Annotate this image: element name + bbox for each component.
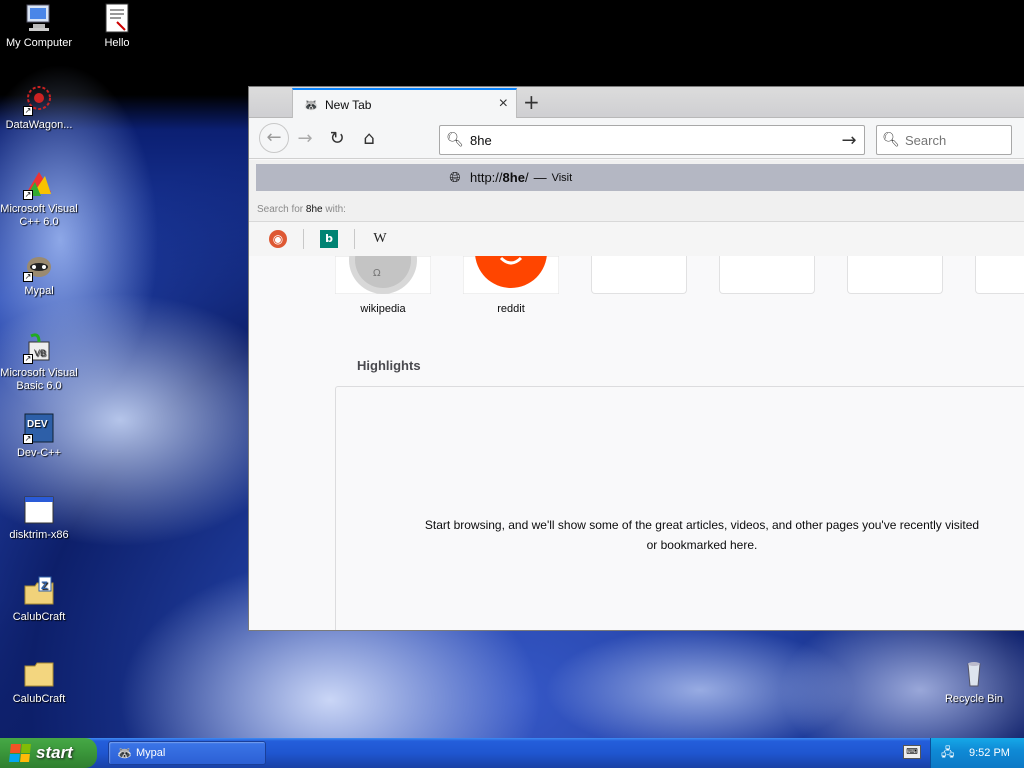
url-bar[interactable]: 🔍︎ → xyxy=(439,125,865,155)
one-off-search-engines: ◉ b W xyxy=(249,221,1024,256)
shortcut-arrow-icon: ↗ xyxy=(23,272,33,282)
close-tab-icon[interactable]: × xyxy=(499,95,508,113)
svg-text:DEV: DEV xyxy=(27,419,48,430)
taskbar-button-mypal[interactable]: 🦝 Mypal xyxy=(108,741,266,765)
start-button[interactable]: start xyxy=(0,738,97,768)
topsite-empty-tile xyxy=(591,256,687,294)
desktop-icon-calubcraft-folder[interactable]: CalubCraft xyxy=(0,658,79,706)
desktop-icon-label: Dev-C++ xyxy=(16,447,62,459)
back-button[interactable]: ← xyxy=(259,123,289,153)
desktop-icon-my-computer[interactable]: My Computer xyxy=(0,2,79,50)
highlights-box: Start browsing, and we'll show some of t… xyxy=(335,386,1024,630)
desktop-icon-dev-cpp[interactable]: DEV ↗ Dev-C++ xyxy=(0,412,79,460)
recycle-bin-icon xyxy=(958,658,990,690)
desktop-icon-datawagon[interactable]: ↗ DataWagon... xyxy=(0,84,79,132)
topsite-empty-tile xyxy=(975,256,1024,294)
desktop-icon-label: Mypal xyxy=(24,285,54,297)
desktop-icon-hello[interactable]: Hello xyxy=(77,2,157,50)
desktop-icon-mypal[interactable]: ↗ Mypal xyxy=(0,250,79,298)
tab-new-tab[interactable]: 🦝 New Tab × xyxy=(292,88,517,119)
start-label: start xyxy=(36,743,73,762)
windows-flag-icon xyxy=(9,744,31,762)
document-icon xyxy=(101,2,133,34)
wikipedia-icon[interactable]: W xyxy=(371,230,389,248)
shortcut-arrow-icon: ↗ xyxy=(23,434,33,444)
separator xyxy=(303,229,304,249)
shortcut-arrow-icon: ↗ xyxy=(23,106,33,116)
highlights-title: Highlights xyxy=(357,358,421,373)
tab-title: New Tab xyxy=(325,97,372,112)
desktop-icon-label: Recycle Bin xyxy=(944,693,1004,705)
mypal-icon: 🦝 xyxy=(117,746,132,760)
search-with-hint: Search for 8he with: xyxy=(257,204,346,215)
autocomplete-dash: — xyxy=(533,170,547,185)
separator xyxy=(354,229,355,249)
clock[interactable]: 9:52 PM xyxy=(969,747,1010,759)
topsite-label: reddit xyxy=(497,303,525,315)
dev-cpp-icon: DEV ↗ xyxy=(23,412,55,444)
desktop-icon-calubcraft-archive[interactable]: Z CalubCraft xyxy=(0,576,79,624)
browser-window: 🦝 New Tab × + ← → ↻ ⌂ 🔍︎ → 🔍︎ Ω xyxy=(248,86,1024,631)
autocomplete-url: http://8he/ xyxy=(470,170,529,185)
desktop-icon-visual-basic[interactable]: VB ↗ Microsoft Visual Basic 6.0 xyxy=(0,332,79,393)
folder-icon xyxy=(23,658,55,690)
zip-folder-icon: Z xyxy=(23,576,55,608)
bing-icon[interactable]: b xyxy=(320,230,338,248)
url-autocomplete-popup: 🌐︎ http://8he/ — Visit Search for 8he wi… xyxy=(249,160,1024,256)
desktop-icon-label: DataWagon... xyxy=(5,119,73,131)
desktop-icon-label: Microsoft Visual C++ 6.0 xyxy=(0,203,78,228)
taskbar-button-label: Mypal xyxy=(135,747,166,759)
desktop-icon-disktrim[interactable]: disktrim-x86 xyxy=(0,494,79,542)
topsite-label: wikipedia xyxy=(360,303,406,315)
visual-basic-icon: VB ↗ xyxy=(23,332,55,364)
window-app-icon xyxy=(23,494,55,526)
desktop-icon-label: Microsoft Visual Basic 6.0 xyxy=(0,367,78,392)
search-icon: 🔍︎ xyxy=(882,132,900,148)
mypal-icon: ↗ xyxy=(23,250,55,282)
desktop-icon-label: disktrim-x86 xyxy=(9,529,69,541)
system-tray: 🖧 9:52 PM xyxy=(930,738,1024,768)
duckduckgo-icon[interactable]: ◉ xyxy=(269,230,287,248)
globe-icon: 🌐︎ xyxy=(449,169,461,185)
datawagon-icon: ↗ xyxy=(23,84,55,116)
shortcut-arrow-icon: ↗ xyxy=(23,354,33,364)
topsite-empty-tile xyxy=(719,256,815,294)
nav-bar: ← → ↻ ⌂ 🔍︎ → 🔍︎ xyxy=(249,118,1024,159)
autocomplete-visit-label: Visit xyxy=(551,171,573,184)
desktop-icon-recycle-bin[interactable]: Recycle Bin xyxy=(934,658,1014,706)
tab-strip: 🦝 New Tab × + xyxy=(249,87,1024,119)
search-input[interactable] xyxy=(905,132,1005,148)
desktop-icon-label: My Computer xyxy=(5,37,73,49)
highlights-empty-text: Start browsing, and we'll show some of t… xyxy=(424,518,980,552)
url-input[interactable] xyxy=(470,132,834,148)
desktop-icon-visual-cpp[interactable]: ↗ Microsoft Visual C++ 6.0 xyxy=(0,168,79,229)
forward-button[interactable]: → xyxy=(293,127,317,151)
desktop-icon-label: CalubCraft xyxy=(12,693,66,705)
svg-text:Z: Z xyxy=(41,580,48,592)
topsite-empty-tile xyxy=(847,256,943,294)
keyboard-icon[interactable]: ⌨ xyxy=(903,745,921,759)
go-arrow-icon[interactable]: → xyxy=(834,130,864,151)
svg-text:Ω: Ω xyxy=(373,268,381,279)
topsite-tile-wikipedia[interactable]: Ω xyxy=(335,256,431,294)
search-icon: 🔍︎ xyxy=(446,132,464,148)
desktop-icon-label: CalubCraft xyxy=(12,611,66,623)
svg-text:VB: VB xyxy=(34,348,46,358)
shortcut-arrow-icon: ↗ xyxy=(23,190,33,200)
topsite-tile-reddit[interactable] xyxy=(463,256,559,294)
search-bar[interactable]: 🔍︎ xyxy=(876,125,1012,155)
reload-button[interactable]: ↻ xyxy=(325,127,349,151)
autocomplete-visit-row[interactable]: 🌐︎ http://8he/ — Visit xyxy=(256,164,1024,191)
new-tab-button[interactable]: + xyxy=(523,90,540,114)
taskbar: start 🦝 Mypal ⌨ 🖧 9:52 PM xyxy=(0,738,1024,768)
mypal-favicon-icon: 🦝 xyxy=(303,97,319,112)
network-icon[interactable]: 🖧 xyxy=(941,743,957,764)
home-button[interactable]: ⌂ xyxy=(357,127,381,151)
visual-cpp-icon: ↗ xyxy=(23,168,55,200)
desktop-icon-label: Hello xyxy=(104,37,130,49)
computer-icon xyxy=(23,2,55,34)
